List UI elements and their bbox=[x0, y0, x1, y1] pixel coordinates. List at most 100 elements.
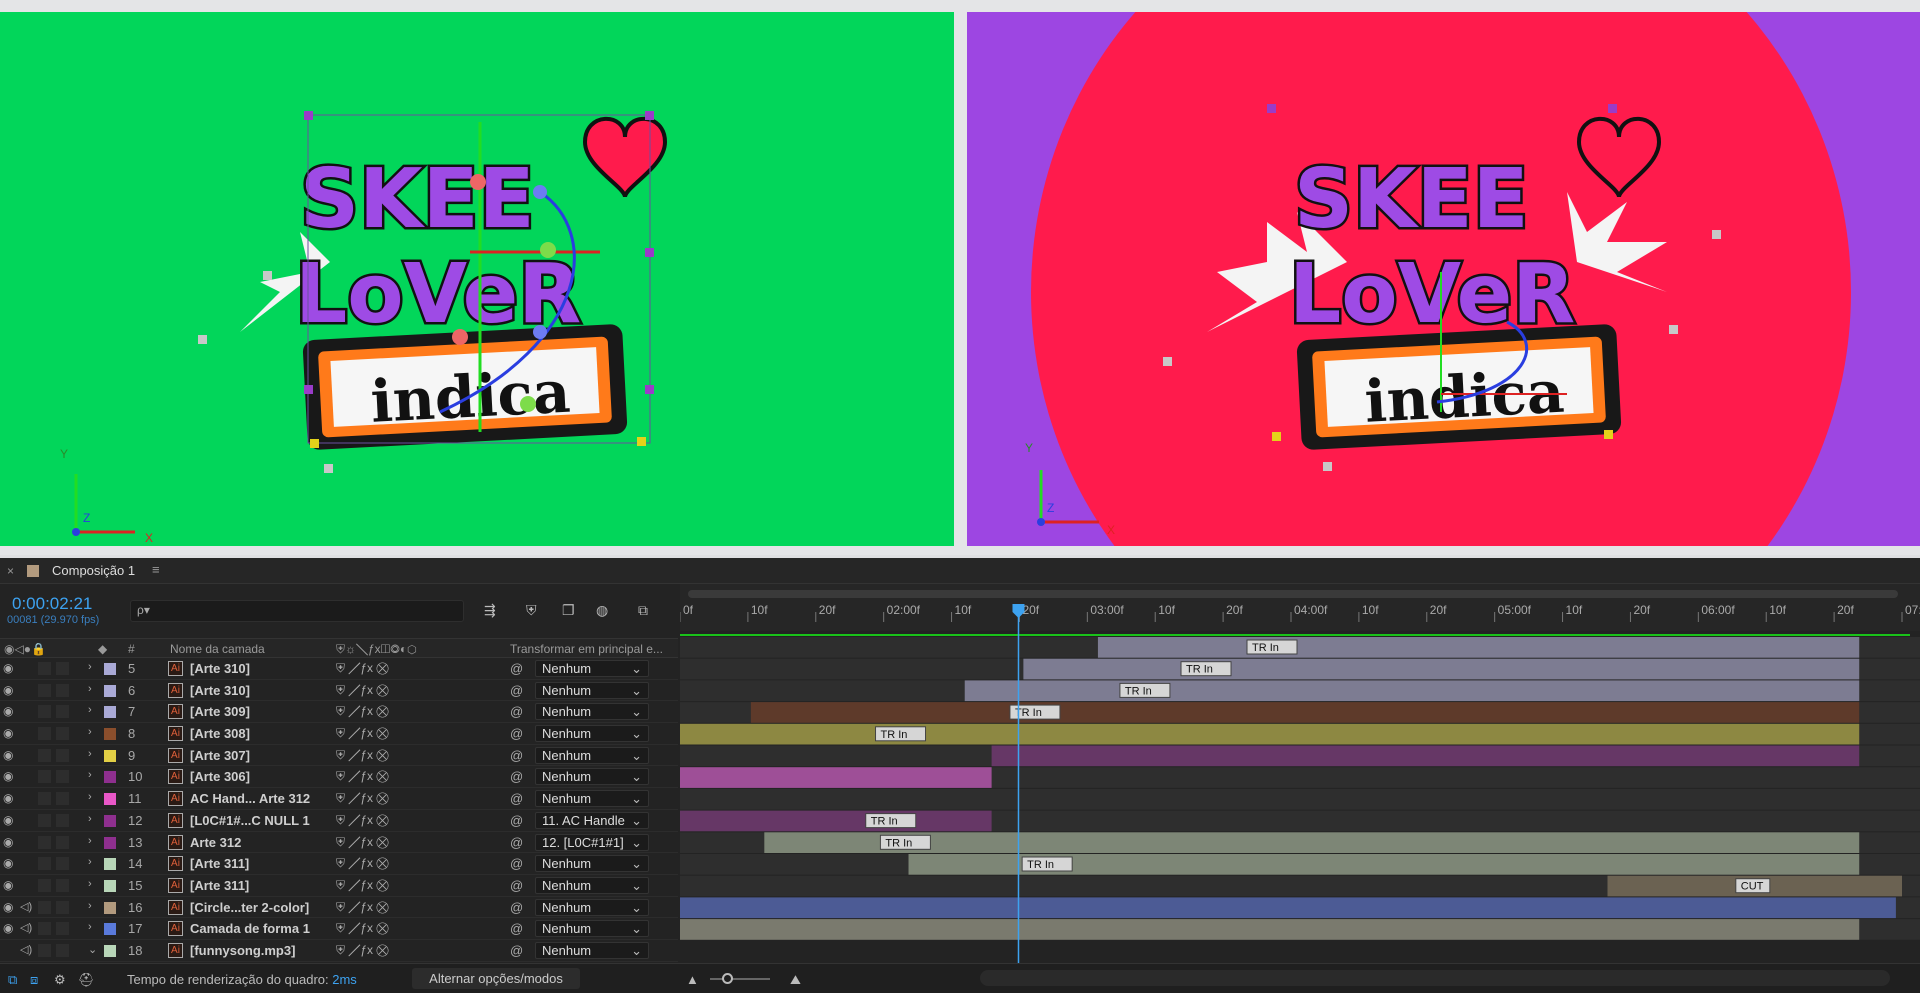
parent-select[interactable]: Nenhum ⌄ bbox=[535, 746, 649, 764]
parent-select[interactable]: Nenhum ⌄ bbox=[535, 768, 649, 786]
parent-select[interactable]: Nenhum ⌄ bbox=[535, 790, 649, 808]
audio-speaker-icon[interactable]: ◁) bbox=[20, 921, 32, 934]
expand-chevron-icon[interactable]: › bbox=[88, 791, 92, 803]
composition-viewer-right[interactable]: indica SKEE LoVeR Y Z X bbox=[967, 12, 1920, 546]
solo-switch[interactable] bbox=[38, 770, 51, 784]
expand-chevron-icon[interactable]: › bbox=[88, 900, 92, 912]
label-color-swatch[interactable] bbox=[104, 793, 116, 806]
layer-switches[interactable]: ⛨ ╱ƒx ⛒ bbox=[336, 683, 389, 698]
anchor-point[interactable] bbox=[1669, 325, 1678, 334]
pickwhip-icon[interactable]: @ bbox=[510, 661, 523, 676]
lock-switch[interactable] bbox=[56, 792, 69, 806]
pickwhip-icon[interactable]: @ bbox=[510, 769, 523, 784]
bounds-handle[interactable] bbox=[637, 437, 646, 446]
parent-select[interactable]: Nenhum ⌄ bbox=[535, 681, 649, 699]
visibility-eye-icon[interactable]: ◉ bbox=[3, 704, 13, 718]
layer-name[interactable]: [Arte 311] bbox=[190, 856, 249, 871]
lock-switch[interactable] bbox=[56, 748, 69, 762]
visibility-eye-icon[interactable]: ◉ bbox=[3, 791, 13, 805]
label-color-swatch[interactable] bbox=[104, 771, 116, 784]
pickwhip-icon[interactable]: @ bbox=[510, 835, 523, 850]
gizmo-handle[interactable] bbox=[470, 174, 486, 190]
zoom-slider-knob[interactable] bbox=[722, 973, 733, 984]
label-color-swatch[interactable] bbox=[104, 836, 116, 849]
transfer-controls-icon[interactable]: ⚙ bbox=[54, 972, 66, 988]
solo-switch[interactable] bbox=[38, 922, 51, 936]
layer-name[interactable]: [L0C#1#...C NULL 1 bbox=[190, 813, 310, 828]
layer-name[interactable]: [Arte 306] bbox=[190, 769, 250, 784]
bounds-handle[interactable] bbox=[1608, 104, 1617, 113]
layer-duration-bar[interactable] bbox=[964, 680, 1860, 702]
pickwhip-icon[interactable]: @ bbox=[510, 878, 523, 893]
solo-switch[interactable] bbox=[38, 857, 51, 871]
expand-chevron-icon[interactable]: ⌄ bbox=[88, 943, 97, 956]
expand-chevron-icon[interactable]: › bbox=[88, 769, 92, 781]
layer-row[interactable]: ◉ › 10 Ai [Arte 306] ⛨ ╱ƒx ⛒ @ Nenhum ⌄ bbox=[0, 766, 678, 789]
layer-duration-bar[interactable] bbox=[1023, 658, 1860, 680]
switches-column-icon[interactable]: ⛨☼╲ƒx◫◎◐⬡ bbox=[336, 642, 417, 657]
lock-switch[interactable] bbox=[56, 727, 69, 741]
zoom-in-icon[interactable]: ⛰ bbox=[790, 972, 801, 988]
audio-speaker-icon[interactable]: ◁) bbox=[20, 943, 32, 956]
bounds-handle[interactable] bbox=[1272, 432, 1281, 441]
expand-chevron-icon[interactable]: › bbox=[88, 748, 92, 760]
expand-chevron-icon[interactable]: › bbox=[88, 856, 92, 868]
gizmo-handle[interactable] bbox=[520, 396, 536, 412]
anchor-point[interactable] bbox=[1323, 462, 1332, 471]
pickwhip-icon[interactable]: @ bbox=[510, 813, 523, 828]
layer-switches[interactable]: ⛨ ╱ƒx ⛒ bbox=[336, 835, 389, 850]
pickwhip-icon[interactable]: @ bbox=[510, 748, 523, 763]
layer-name[interactable]: [Arte 310] bbox=[190, 661, 250, 676]
layer-name[interactable]: [Circle...ter 2-color] bbox=[190, 900, 309, 915]
lock-switch[interactable] bbox=[56, 922, 69, 936]
solo-switch[interactable] bbox=[38, 878, 51, 892]
label-color-swatch[interactable] bbox=[104, 923, 116, 936]
expand-chevron-icon[interactable]: › bbox=[88, 726, 92, 738]
layer-row[interactable]: ◉ › 13 Ai Arte 312 ⛨ ╱ƒx ⛒ @12. [L0C#1#1] ⌄ bbox=[0, 832, 678, 854]
layer-switches[interactable]: ⛨ ╱ƒx ⛒ bbox=[336, 900, 389, 915]
expand-chevron-icon[interactable]: › bbox=[88, 813, 92, 825]
parent-select[interactable]: Nenhum ⌄ bbox=[535, 725, 649, 743]
pickwhip-icon[interactable]: @ bbox=[510, 856, 523, 871]
solo-switch[interactable] bbox=[38, 900, 51, 914]
layer-duration-bar[interactable] bbox=[680, 767, 992, 788]
layer-name[interactable]: [Arte 307] bbox=[190, 748, 250, 763]
frame-blending-icon[interactable]: ◍ bbox=[596, 602, 608, 619]
parent-select[interactable]: Nenhum ⌄ bbox=[535, 920, 649, 938]
tab-composition[interactable]: Composição 1 bbox=[52, 563, 135, 578]
layer-name[interactable]: [Arte 310] bbox=[190, 683, 250, 698]
layer-row[interactable]: ◉ › 5 Ai [Arte 310] ⛨ ╱ƒx ⛒ @ Nenhum ⌄ bbox=[0, 658, 678, 680]
layer-switches[interactable]: ⛨ ╱ƒx ⛒ bbox=[336, 921, 389, 936]
layer-duration-bar[interactable] bbox=[680, 810, 992, 832]
layer-switches[interactable]: ⛨ ╱ƒx ⛒ bbox=[336, 726, 389, 741]
visibility-eye-icon[interactable]: ◉ bbox=[3, 683, 13, 697]
gizmo-handle[interactable] bbox=[533, 325, 547, 339]
toggle-switches-modes-button[interactable]: Alternar opções/modos bbox=[412, 968, 580, 989]
parent-select[interactable]: 11. AC Handle ⌄ bbox=[535, 811, 649, 829]
gizmo-handle[interactable] bbox=[452, 329, 468, 345]
label-column-icon[interactable]: ◆ bbox=[98, 642, 107, 656]
visibility-eye-icon[interactable]: ◉ bbox=[3, 748, 13, 762]
solo-switch[interactable] bbox=[38, 662, 51, 675]
gizmo-handle[interactable] bbox=[533, 185, 547, 199]
draft-3d-icon[interactable]: ⛨ bbox=[526, 602, 537, 619]
label-color-swatch[interactable] bbox=[104, 706, 116, 719]
solo-switch[interactable] bbox=[38, 835, 51, 849]
solo-switch[interactable] bbox=[38, 792, 51, 806]
lock-switch[interactable] bbox=[56, 705, 69, 719]
visibility-eye-icon[interactable]: ◉ bbox=[3, 878, 13, 892]
layer-row[interactable]: ◉ ◁) › 17 Ai Camada de forma 1 ⛨ ╱ƒx ⛒ @ Nenhum ⌄ bbox=[0, 918, 678, 940]
visibility-eye-icon[interactable]: ◉ bbox=[3, 661, 13, 675]
layer-switches[interactable]: ⛨ ╱ƒx ⛒ bbox=[336, 943, 389, 958]
expand-chevron-icon[interactable]: › bbox=[88, 878, 92, 890]
anchor-point[interactable] bbox=[324, 464, 333, 473]
layer-switches[interactable]: ⛨ ╱ƒx ⛒ bbox=[336, 878, 389, 893]
layer-row[interactable]: ◉ › 14 Ai [Arte 311] ⛨ ╱ƒx ⛒ @ Nenhum ⌄ bbox=[0, 853, 678, 875]
layer-name[interactable]: [Arte 309] bbox=[190, 704, 250, 719]
lock-switch[interactable] bbox=[56, 900, 69, 914]
anchor-point[interactable] bbox=[1712, 230, 1721, 239]
layer-switches[interactable]: ⛨ ╱ƒx ⛒ bbox=[336, 791, 389, 806]
layer-row[interactable]: ◉ › 9 Ai [Arte 307] ⛨ ╱ƒx ⛒ @ Nenhum ⌄ bbox=[0, 745, 678, 767]
layer-switches[interactable]: ⛨ ╱ƒx ⛒ bbox=[336, 704, 389, 719]
parent-select[interactable]: Nenhum ⌄ bbox=[535, 703, 649, 721]
